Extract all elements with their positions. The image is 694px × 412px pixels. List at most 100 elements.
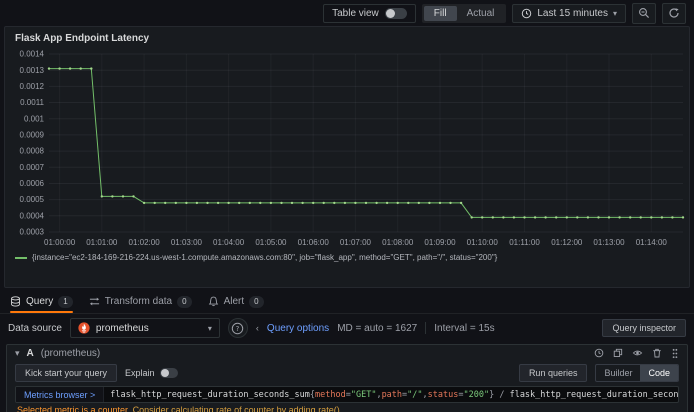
svg-text:0.0009: 0.0009 [20, 131, 45, 140]
collapse-chevron-icon[interactable]: ▾ [15, 348, 20, 359]
explain-control: Explain [125, 368, 178, 378]
counter-warning: Selected metric is a counter. Consider c… [7, 403, 687, 412]
panel-title: Flask App Endpoint Latency [15, 33, 150, 44]
svg-text:01:01:00: 01:01:00 [86, 238, 118, 247]
divider [425, 322, 427, 334]
editor-tabs: Query 1 Transform data 0 Alert 0 [0, 290, 694, 314]
explain-label: Explain [125, 368, 155, 378]
datasource-value: prometheus [95, 322, 149, 334]
history-icon[interactable] [594, 348, 604, 358]
drag-handle-grip-icon[interactable] [671, 348, 679, 359]
svg-text:0.0013: 0.0013 [20, 66, 45, 75]
datasource-picker[interactable]: prometheus ▾ [69, 318, 220, 338]
svg-text:0.0006: 0.0006 [20, 179, 45, 188]
run-queries-button[interactable]: Run queries [518, 364, 588, 382]
hide-response-eye-icon[interactable] [632, 348, 643, 358]
table-view-label: Table view [332, 7, 379, 19]
database-icon [11, 296, 20, 307]
table-view-toggle[interactable] [384, 7, 407, 19]
query-code-row: Metrics browser > flask_http_request_dur… [15, 386, 679, 403]
transform-icon [89, 297, 99, 306]
svg-text:01:08:00: 01:08:00 [382, 238, 414, 247]
datasource-help-button[interactable]: ? [227, 318, 248, 338]
svg-text:01:04:00: 01:04:00 [213, 238, 245, 247]
chevron-down-icon: ▾ [612, 8, 617, 18]
magnifier-minus-icon [639, 8, 650, 19]
tab-alert-count: 0 [249, 295, 264, 308]
svg-text:01:12:00: 01:12:00 [551, 238, 583, 247]
question-circle-icon: ? [232, 322, 244, 334]
table-view-control[interactable]: Table view [323, 3, 416, 23]
add-rate-link[interactable]: Consider calculating rate of counter by … [133, 405, 343, 412]
actual-button[interactable]: Actual [457, 6, 505, 21]
query-ref-id: A [26, 347, 34, 359]
tab-alert-label: Alert [223, 296, 245, 307]
svg-text:0.001: 0.001 [24, 114, 45, 123]
tab-transform-label: Transform data [104, 296, 173, 307]
svg-text:0.0004: 0.0004 [20, 211, 45, 220]
latency-chart[interactable]: 0.0014 0.0013 0.0012 0.0011 0.001 0.0009 0.000… [5, 46, 689, 252]
svg-text:01:02:00: 01:02:00 [129, 238, 161, 247]
query-inspector-button[interactable]: Query inspector [602, 319, 686, 337]
svg-text:01:09:00: 01:09:00 [424, 238, 456, 247]
interval-summary: Interval = 15s [434, 322, 495, 334]
zoom-out-time-button[interactable] [632, 2, 656, 24]
fill-actual-group: Fill Actual [421, 3, 507, 23]
fill-button[interactable]: Fill [423, 5, 457, 21]
tab-alert[interactable]: Alert 0 [208, 290, 264, 313]
svg-text:?: ? [236, 324, 240, 332]
editor-toolbar: Table view Fill Actual Last 15 minutes ▾ [0, 0, 694, 26]
bell-icon [208, 296, 218, 307]
refresh-icon [669, 8, 679, 18]
builder-option[interactable]: Builder [596, 365, 640, 381]
clock-icon [522, 8, 532, 18]
svg-text:01:07:00: 01:07:00 [340, 238, 372, 247]
svg-text:0.0012: 0.0012 [20, 82, 45, 91]
promql-query-input[interactable]: flask_http_request_duration_seconds_sum{… [104, 390, 678, 400]
builder-code-switch: Builder Code [595, 364, 679, 382]
prometheus-icon [78, 322, 90, 334]
time-range-picker[interactable]: Last 15 minutes ▾ [512, 3, 626, 23]
datasource-row: Data source prometheus ▾ ? ‹ Query optio… [0, 314, 694, 342]
max-data-points-summary: MD = auto = 1627 [337, 322, 418, 334]
metrics-browser-button[interactable]: Metrics browser > [16, 387, 105, 402]
code-option[interactable]: Code [640, 365, 678, 381]
svg-text:0.0014: 0.0014 [20, 50, 45, 59]
query-row-actions [594, 348, 679, 359]
duplicate-icon[interactable] [613, 348, 623, 358]
query-datasource-hint: (prometheus) [40, 347, 101, 359]
svg-text:01:13:00: 01:13:00 [593, 238, 625, 247]
latency-panel: Flask App Endpoint Latency 0.0014 0.0013 0… [4, 26, 690, 288]
chart-legend[interactable]: {instance="ec2-184-169-216-224.us-west-1… [5, 252, 689, 262]
legend-series-color [15, 256, 27, 259]
datasource-label: Data source [8, 322, 62, 334]
explain-toggle[interactable] [159, 368, 178, 378]
query-options-toggle[interactable]: Query options [267, 323, 329, 334]
legend-series-label: {instance="ec2-184-169-216-224.us-west-1… [32, 253, 498, 262]
svg-text:01:05:00: 01:05:00 [255, 238, 287, 247]
svg-text:0.0005: 0.0005 [20, 195, 45, 204]
refresh-button[interactable] [662, 2, 686, 24]
svg-text:01:14:00: 01:14:00 [636, 238, 668, 247]
svg-text:01:10:00: 01:10:00 [467, 238, 499, 247]
query-editor-card: ▾ A (prometheus) Kick start your query E… [6, 344, 688, 412]
warning-text: Selected metric is a counter. [17, 405, 131, 412]
svg-text:0.0007: 0.0007 [20, 163, 45, 172]
tab-transform-data[interactable]: Transform data 0 [89, 290, 192, 313]
svg-text:01:03:00: 01:03:00 [171, 238, 203, 247]
tab-transform-count: 0 [177, 295, 192, 308]
svg-text:01:06:00: 01:06:00 [298, 238, 330, 247]
kick-start-query-button[interactable]: Kick start your query [15, 364, 118, 382]
query-options-chevron-icon[interactable]: ‹ [256, 323, 259, 333]
chevron-down-icon: ▾ [207, 323, 212, 333]
tab-query-label: Query [26, 296, 54, 307]
svg-text:0.0008: 0.0008 [20, 147, 45, 156]
svg-text:01:11:00: 01:11:00 [509, 238, 540, 247]
query-row-header: ▾ A (prometheus) [7, 345, 687, 361]
query-actions-row: Kick start your query Explain Run querie… [7, 361, 687, 385]
delete-trash-icon[interactable] [652, 348, 662, 358]
svg-text:0.0011: 0.0011 [20, 98, 44, 107]
tab-query-count: 1 [58, 295, 73, 308]
time-range-label: Last 15 minutes [537, 7, 608, 19]
tab-query[interactable]: Query 1 [10, 290, 73, 313]
